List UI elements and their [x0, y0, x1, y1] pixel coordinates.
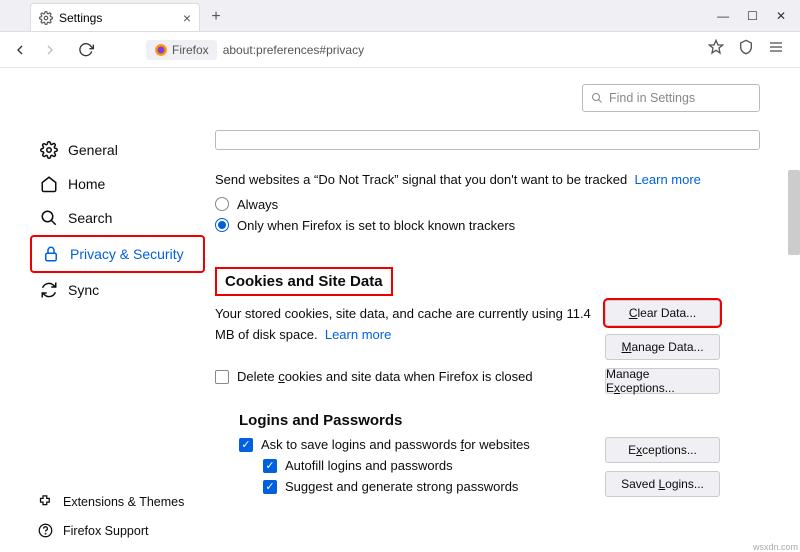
sidebar-item-general[interactable]: General [30, 133, 205, 167]
checkbox-icon: ✓ [263, 480, 277, 494]
manage-exceptions-button[interactable]: Manage Exceptions... [605, 368, 720, 394]
search-icon [40, 209, 58, 227]
radio-icon [215, 197, 229, 211]
puzzle-icon [38, 494, 53, 509]
search-placeholder: Find in Settings [609, 91, 695, 105]
sidebar-item-extensions[interactable]: Extensions & Themes [30, 488, 192, 515]
watermark: wsxdn.com [753, 542, 798, 552]
tab-title: Settings [59, 11, 177, 25]
sidebar-item-label: Extensions & Themes [63, 495, 184, 509]
sidebar-item-label: Privacy & Security [70, 246, 184, 262]
search-icon [591, 92, 603, 104]
maximize-icon[interactable]: ☐ [747, 9, 758, 23]
bookmark-icon[interactable] [708, 39, 724, 60]
firefox-icon [154, 43, 168, 57]
radio-icon [215, 218, 229, 232]
dnt-option-always[interactable]: Always [215, 197, 760, 212]
saved-logins-button[interactable]: Saved Logins... [605, 471, 720, 497]
address-bar[interactable]: Firefox about:preferences#privacy [146, 40, 698, 60]
toolbar: Firefox about:preferences#privacy [0, 32, 800, 68]
sidebar-item-label: Sync [68, 282, 99, 298]
cookies-learn-more-link[interactable]: Learn more [325, 327, 391, 342]
reload-button[interactable] [76, 40, 96, 60]
checkbox-label: Suggest and generate strong passwords [285, 479, 518, 494]
address-url: about:preferences#privacy [223, 43, 364, 57]
sidebar-item-sync[interactable]: Sync [30, 273, 205, 307]
content-blocking-box [215, 130, 760, 150]
gear-icon [39, 11, 53, 25]
clear-data-button[interactable]: Clear Data... [605, 300, 720, 326]
manage-data-button[interactable]: Manage Data... [605, 334, 720, 360]
sidebar-item-label: Search [68, 210, 112, 226]
checkbox-icon: ✓ [263, 459, 277, 473]
sidebar-item-home[interactable]: Home [30, 167, 205, 201]
main-panel: Find in Settings Send websites a “Do Not… [205, 68, 800, 552]
cookies-section-title: Cookies and Site Data [215, 267, 393, 296]
close-window-icon[interactable]: ✕ [776, 9, 786, 23]
close-icon[interactable]: × [183, 10, 191, 26]
window-controls: — ☐ ✕ [717, 0, 794, 32]
address-badge: Firefox [146, 40, 217, 60]
sidebar-item-search[interactable]: Search [30, 201, 205, 235]
logins-section-title: Logins and Passwords [239, 412, 760, 429]
dnt-text: Send websites a “Do Not Track” signal th… [215, 170, 760, 191]
dnt-learn-more-link[interactable]: Learn more [634, 172, 700, 187]
checkbox-label: Autofill logins and passwords [285, 458, 453, 473]
back-button[interactable] [10, 40, 30, 60]
search-input[interactable]: Find in Settings [582, 84, 760, 112]
dnt-option-only[interactable]: Only when Firefox is set to block known … [215, 218, 760, 233]
radio-label: Only when Firefox is set to block known … [237, 218, 515, 233]
menu-icon[interactable] [768, 39, 784, 60]
sidebar-item-label: Home [68, 176, 105, 192]
sidebar: General Home Search Privacy & Security S… [0, 68, 205, 552]
lock-icon [42, 245, 60, 263]
sync-icon [40, 281, 58, 299]
shield-icon[interactable] [738, 39, 754, 60]
checkbox-icon [215, 370, 229, 384]
gear-icon [40, 141, 58, 159]
minimize-icon[interactable]: — [717, 9, 729, 23]
radio-label: Always [237, 197, 278, 212]
forward-button[interactable] [40, 40, 60, 60]
logins-exceptions-button[interactable]: Exceptions... [605, 437, 720, 463]
sidebar-item-label: Firefox Support [63, 524, 148, 538]
checkbox-label: Ask to save logins and passwords for web… [261, 437, 530, 452]
sidebar-item-privacy[interactable]: Privacy & Security [30, 235, 205, 273]
tab-bar: Settings × + — ☐ ✕ [0, 0, 800, 32]
new-tab-button[interactable]: + [204, 5, 228, 29]
scrollbar[interactable] [788, 170, 800, 255]
address-badge-text: Firefox [172, 43, 209, 57]
checkbox-icon: ✓ [239, 438, 253, 452]
home-icon [40, 175, 58, 193]
cookies-desc: Your stored cookies, site data, and cach… [215, 304, 605, 346]
checkbox-label: Delete cookies and site data when Firefo… [237, 369, 533, 384]
browser-tab[interactable]: Settings × [30, 3, 200, 31]
sidebar-item-label: General [68, 142, 118, 158]
sidebar-item-support[interactable]: Firefox Support [30, 517, 192, 544]
help-icon [38, 523, 53, 538]
